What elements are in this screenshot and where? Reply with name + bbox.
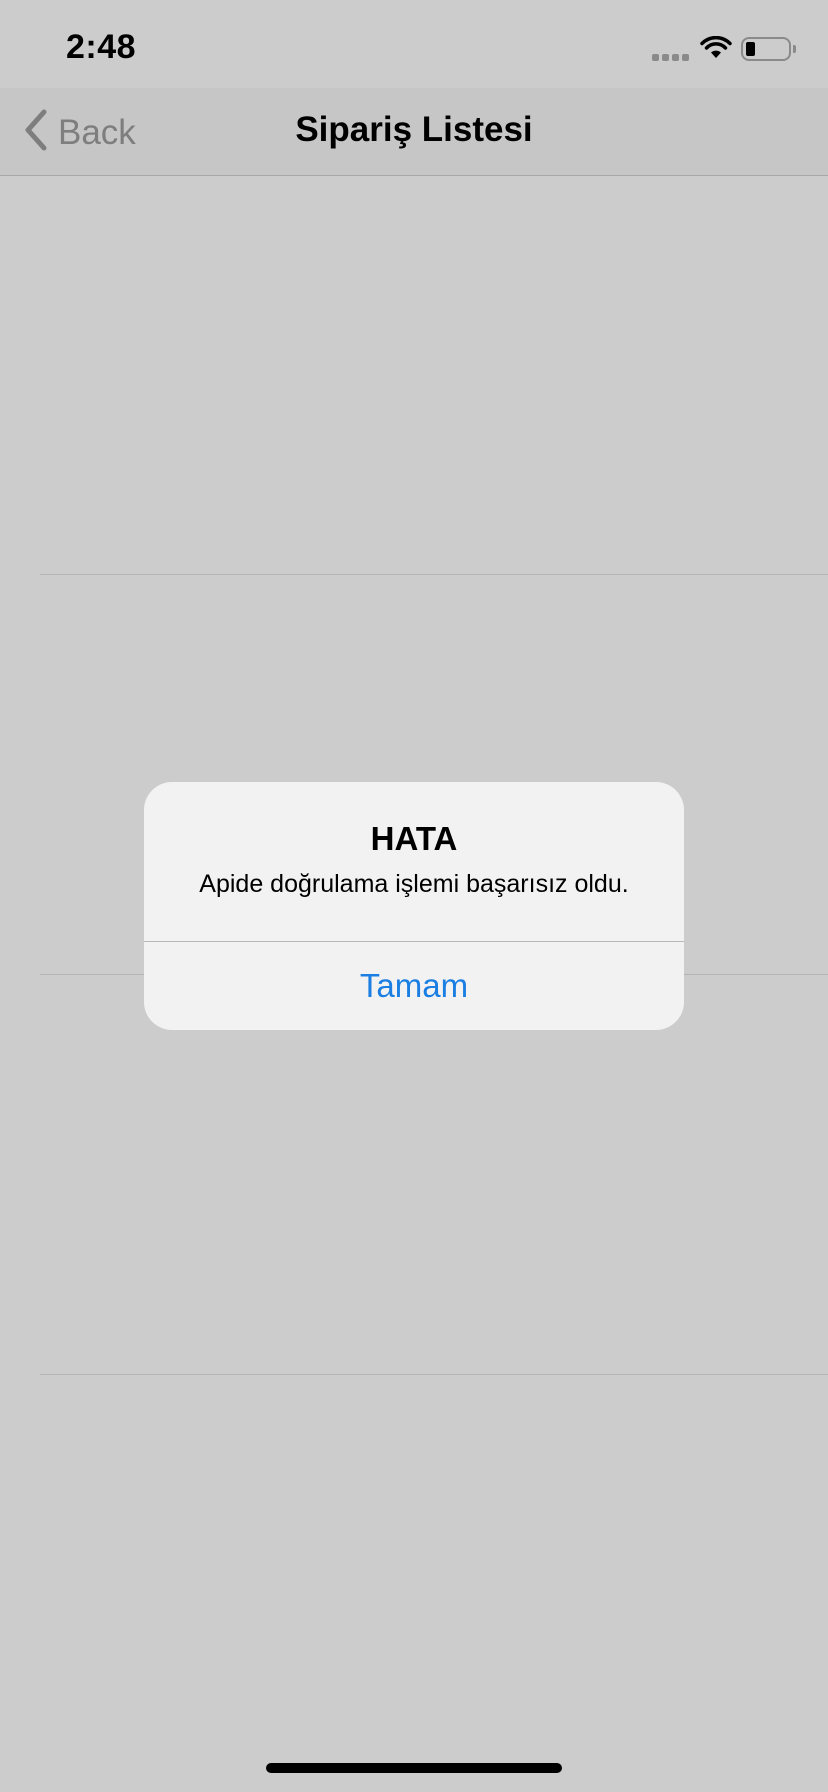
signal-icon — [652, 54, 689, 61]
alert-title: HATA — [370, 820, 458, 857]
row-divider — [40, 1374, 828, 1375]
ok-button[interactable]: Tamam — [144, 942, 684, 1030]
alert-message: Apide doğrulama işlemi başarısız oldu. — [199, 870, 629, 898]
navigation-bar: Back Sipariş Listesi — [0, 88, 828, 176]
home-indicator[interactable] — [266, 1763, 562, 1773]
page-title: Sipariş Listesi — [295, 110, 533, 149]
wifi-icon — [700, 35, 732, 65]
error-alert: HATA Apide doğrulama işlemi başarısız ol… — [144, 782, 684, 1030]
battery-icon — [741, 37, 796, 61]
row-divider — [40, 574, 828, 575]
status-bar: 2:48 — [0, 0, 828, 100]
status-time: 2:48 — [66, 28, 137, 66]
